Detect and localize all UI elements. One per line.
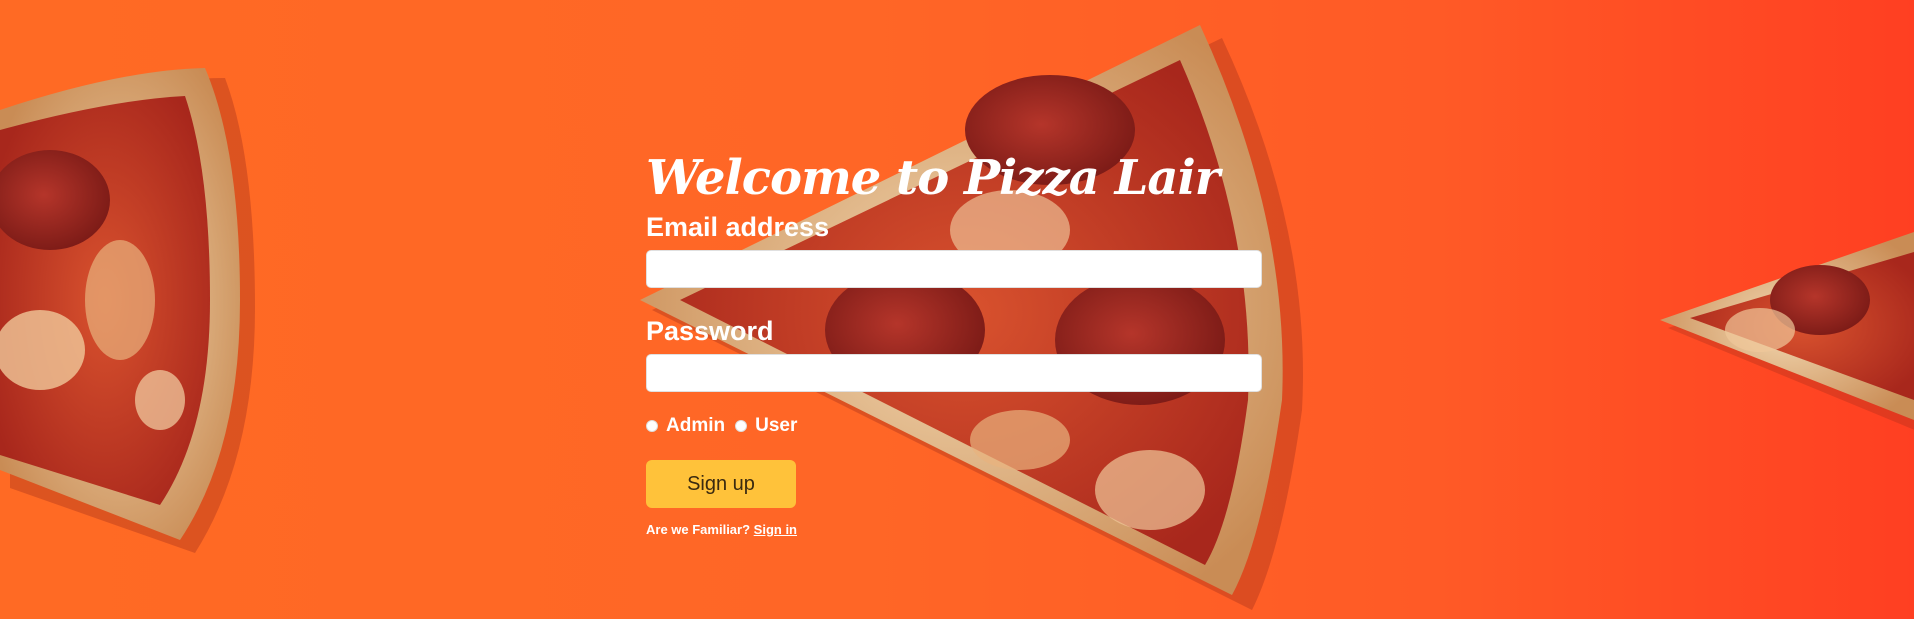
familiar-text: Are we Familiar?: [646, 522, 751, 537]
sign-in-link[interactable]: Sign in: [754, 522, 797, 537]
role-option-admin[interactable]: Admin: [646, 415, 725, 437]
signup-form: Welcome to Pizza Lair Email address Pass…: [646, 148, 1262, 537]
admin-radio-label: Admin: [666, 415, 726, 436]
role-option-user[interactable]: User: [735, 415, 797, 437]
page-title: Welcome to Pizza Lair: [646, 150, 1220, 206]
email-input[interactable]: [646, 250, 1262, 288]
password-label: Password: [646, 316, 774, 346]
password-input[interactable]: [646, 354, 1262, 392]
pizza-slice-right: [1660, 232, 1914, 430]
sign-in-prompt: Are we Familiar? Sign in: [646, 522, 1262, 537]
user-radio[interactable]: [735, 420, 748, 432]
sign-up-button[interactable]: Sign up: [646, 460, 796, 508]
role-selector: Admin User: [646, 412, 1262, 440]
user-radio-label: User: [755, 415, 798, 436]
pizza-slice-left: [0, 68, 255, 553]
email-label: Email address: [646, 212, 830, 242]
admin-radio[interactable]: [646, 420, 658, 432]
